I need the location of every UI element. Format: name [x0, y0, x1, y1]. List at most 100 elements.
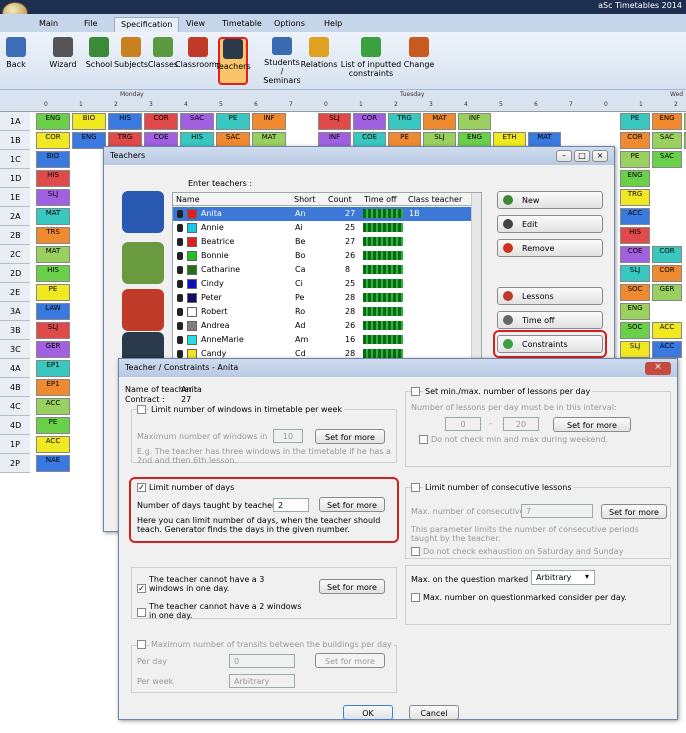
- ribbon-classrooms-button[interactable]: Classrooms: [175, 37, 221, 85]
- lesson-cell[interactable]: NAE: [36, 455, 70, 472]
- time-off-bar[interactable]: [363, 335, 403, 344]
- teacher-row[interactable]: Anita An 27 1B: [173, 207, 481, 221]
- time-off-bar[interactable]: [363, 237, 403, 246]
- lesson-cell[interactable]: SAC: [652, 132, 682, 149]
- lesson-cell[interactable]: SLJ: [318, 113, 351, 130]
- lesson-cell[interactable]: PE: [620, 151, 650, 168]
- lesson-cell[interactable]: SLJ: [620, 265, 650, 282]
- ribbon-relations-button[interactable]: Relations: [300, 37, 338, 85]
- lesson-cell[interactable]: MAT: [36, 208, 70, 225]
- days-input[interactable]: 2: [273, 498, 309, 512]
- qmark-day-checkbox[interactable]: [411, 593, 420, 602]
- close-icon[interactable]: ×: [592, 150, 608, 162]
- lesson-cell[interactable]: COR: [652, 265, 682, 282]
- lesson-cell[interactable]: MAT: [423, 113, 456, 130]
- tab-options[interactable]: Options: [268, 17, 311, 32]
- lesson-cell[interactable]: SLJ: [620, 341, 650, 358]
- lesson-cell[interactable]: EP1: [36, 379, 70, 396]
- lesson-cell[interactable]: HIS: [620, 227, 650, 244]
- lesson-cell[interactable]: ACC: [620, 208, 650, 225]
- lesson-cell[interactable]: LAW: [36, 303, 70, 320]
- time-off-bar[interactable]: [363, 293, 403, 302]
- lesson-cell[interactable]: INF: [252, 113, 286, 130]
- consecutive-set-for-more-button[interactable]: Set for more: [601, 504, 667, 519]
- ribbon-wizard-button[interactable]: Wizard: [46, 37, 80, 85]
- tab-specification[interactable]: Specification: [114, 17, 180, 32]
- ribbon-back-button[interactable]: Back: [4, 37, 28, 85]
- windows-set-for-more-button[interactable]: Set for more: [315, 429, 385, 444]
- maximize-icon[interactable]: □: [574, 150, 590, 162]
- tab-timetable[interactable]: Timetable: [216, 17, 268, 32]
- max-windows-input[interactable]: 10: [273, 429, 303, 443]
- lesson-cell[interactable]: SAC: [180, 113, 214, 130]
- lesson-cell[interactable]: MAT: [36, 246, 70, 263]
- lesson-cell[interactable]: PE: [36, 417, 70, 434]
- lesson-cell[interactable]: PE: [620, 113, 650, 130]
- ribbon-students-button[interactable]: Students / Seminars: [262, 37, 302, 85]
- transits-set-for-more-button[interactable]: Set for more: [315, 653, 385, 668]
- lesson-cell[interactable]: PE: [36, 284, 70, 301]
- lesson-cell[interactable]: HIS: [36, 170, 70, 187]
- lesson-cell[interactable]: HIS: [108, 113, 142, 130]
- days-limit-checkbox[interactable]: ✓: [137, 483, 146, 492]
- lesson-cell[interactable]: ENG: [620, 170, 650, 187]
- ribbon-subjects-button[interactable]: Subjects: [114, 37, 148, 85]
- cancel-button[interactable]: Cancel: [409, 705, 459, 720]
- lesson-cell[interactable]: ACC: [652, 322, 682, 339]
- time-off-bar[interactable]: [363, 307, 403, 316]
- close-icon[interactable]: ×: [645, 362, 671, 375]
- teacher-row[interactable]: AnneMarie Am 16: [173, 333, 481, 347]
- ribbon-list-button[interactable]: List of inputted constraints: [340, 37, 402, 85]
- teacher-row[interactable]: Catharine Ca 8: [173, 263, 481, 277]
- windows-limit-checkbox[interactable]: [137, 405, 146, 414]
- time-off-bar[interactable]: [363, 265, 403, 274]
- time-off-bar[interactable]: [363, 321, 403, 330]
- per-week-select[interactable]: Arbitrary: [229, 674, 295, 688]
- exhaustion-checkbox[interactable]: [411, 547, 420, 556]
- lesson-cell[interactable]: COR: [36, 132, 70, 149]
- lesson-cell[interactable]: COR: [353, 113, 386, 130]
- lesson-cell[interactable]: COR: [144, 113, 178, 130]
- lesson-cell[interactable]: ENG: [620, 303, 650, 320]
- days-set-for-more-button[interactable]: Set for more: [319, 497, 385, 512]
- tab-file[interactable]: File: [78, 17, 103, 32]
- lesson-cell[interactable]: SAC: [652, 151, 682, 168]
- lesson-cell[interactable]: SLJ: [36, 189, 70, 206]
- ribbon-school-button[interactable]: School: [84, 37, 114, 85]
- transits-checkbox[interactable]: [137, 640, 146, 649]
- lesson-cell[interactable]: ENG: [652, 113, 682, 130]
- three-windows-set-for-more-button[interactable]: Set for more: [319, 579, 385, 594]
- lesson-cell[interactable]: GER: [652, 284, 682, 301]
- minimize-icon[interactable]: –: [556, 150, 572, 162]
- lesson-cell[interactable]: ACC: [36, 436, 70, 453]
- minmax-set-for-more-button[interactable]: Set for more: [553, 417, 631, 432]
- ribbon-change-button[interactable]: Change: [404, 37, 434, 85]
- teacher-row[interactable]: Peter Pe 28: [173, 291, 481, 305]
- lesson-cell[interactable]: HIS: [36, 265, 70, 282]
- teacher-row[interactable]: Beatrice Be 27: [173, 235, 481, 249]
- time-off-bar[interactable]: [363, 279, 403, 288]
- lesson-cell[interactable]: GER: [36, 341, 70, 358]
- tab-main[interactable]: Main: [33, 17, 64, 32]
- min-lessons-input[interactable]: 0: [445, 417, 481, 431]
- lesson-cell[interactable]: INF: [458, 113, 491, 130]
- lesson-cell[interactable]: ENG: [72, 132, 106, 149]
- teacher-row[interactable]: Andrea Ad 26: [173, 319, 481, 333]
- column-header[interactable]: Name: [176, 195, 200, 204]
- lesson-cell[interactable]: COE: [620, 246, 650, 263]
- teacher-row[interactable]: Cindy Ci 25: [173, 277, 481, 291]
- lesson-cell[interactable]: COR: [620, 132, 650, 149]
- lesson-cell[interactable]: ENG: [36, 113, 70, 130]
- time-off-bar[interactable]: [363, 223, 403, 232]
- minmax-checkbox[interactable]: [411, 387, 420, 396]
- column-header[interactable]: Time off: [364, 195, 397, 204]
- lesson-cell[interactable]: SOC: [620, 284, 650, 301]
- time-off-bar[interactable]: [363, 251, 403, 260]
- lesson-cell[interactable]: SOC: [620, 322, 650, 339]
- three-windows-checkbox[interactable]: ✓: [137, 584, 146, 593]
- column-header[interactable]: Class teacher: [408, 195, 462, 204]
- lesson-cell[interactable]: BIO: [72, 113, 106, 130]
- lesson-cell[interactable]: COR: [652, 246, 682, 263]
- tab-help[interactable]: Help: [318, 17, 348, 32]
- time-off-bar[interactable]: [363, 209, 403, 218]
